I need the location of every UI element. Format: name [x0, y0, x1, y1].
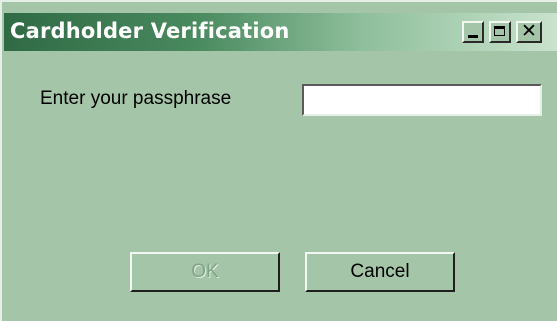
- cancel-button[interactable]: Cancel: [305, 252, 455, 292]
- dialog-window: Cardholder Verification ✕ Enter your pas…: [0, 0, 557, 321]
- close-button[interactable]: ✕: [516, 20, 542, 43]
- title-bar[interactable]: Cardholder Verification ✕: [4, 13, 557, 51]
- minimize-icon: [468, 35, 478, 38]
- maximize-button[interactable]: [489, 21, 511, 43]
- close-icon: ✕: [521, 20, 537, 42]
- maximize-icon: [494, 26, 505, 36]
- minimize-button[interactable]: [462, 21, 484, 43]
- passphrase-input[interactable]: [302, 84, 542, 116]
- passphrase-label: Enter your passphrase: [40, 88, 232, 109]
- ok-button[interactable]: OK: [130, 252, 280, 292]
- window-title: Cardholder Verification: [10, 19, 290, 43]
